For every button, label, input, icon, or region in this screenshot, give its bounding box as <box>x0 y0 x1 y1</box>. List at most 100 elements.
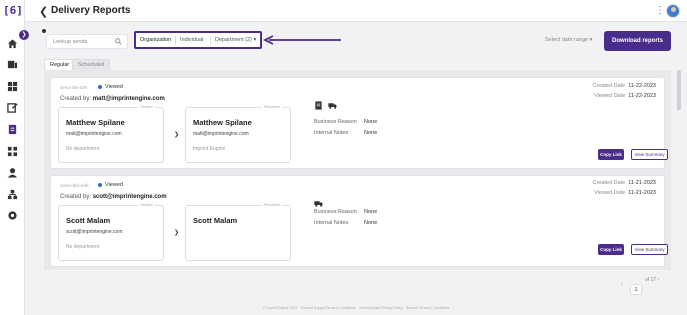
viewed-date-label: Viewed Date <box>594 190 626 196</box>
pagination-total[interactable]: of 17 › <box>645 277 659 283</box>
filter-individual[interactable]: Individual <box>180 37 203 43</box>
internal-notes-value: None <box>364 130 378 136</box>
pagination-prev-button[interactable]: ‹ <box>621 282 623 288</box>
kebab-icon[interactable]: ⋮ <box>655 5 665 16</box>
filter-department[interactable]: Department (2) ▾ <box>215 37 256 43</box>
sender-card: Sender Matthew Spilane matt@imprintengin… <box>58 104 164 163</box>
created-date-value: 11-21-2023 <box>628 180 656 186</box>
dashboard-icon[interactable] <box>7 81 18 92</box>
view-summary-button[interactable]: View Summary <box>631 244 668 255</box>
created-by-label: Created by: <box>60 194 92 200</box>
status-dot <box>98 182 102 187</box>
viewed-date-value: 11-21-2023 <box>628 190 656 196</box>
document-icon <box>315 101 322 110</box>
created-by-email: matt@imprintengine.com <box>92 96 165 102</box>
scope-filter-group: Organization Individual Department (2) ▾ <box>134 31 262 49</box>
sender-email: matt@imprintengine.com <box>66 131 122 137</box>
search-input[interactable] <box>47 35 107 48</box>
viewed-date-value: 11-22-2023 <box>628 93 656 99</box>
settings-icon[interactable] <box>7 210 18 221</box>
business-reason-value: None <box>364 119 378 125</box>
status-text: Viewed <box>105 182 123 188</box>
receiver-name: Scott Malam <box>193 216 238 225</box>
indicator-dot <box>42 29 46 33</box>
created-date-label: Created Date <box>592 180 626 186</box>
truck-icon <box>328 103 337 109</box>
receiver-label: Receiver <box>262 202 282 207</box>
user-icon[interactable] <box>7 167 18 178</box>
tab-regular[interactable]: Regular <box>44 59 76 70</box>
sender-label: Sender <box>138 202 155 207</box>
chevron-right-icon: ❯ <box>174 132 180 138</box>
created-by-email: scott@imprintengine.com <box>92 194 167 200</box>
receiver-dept: Imprint Engine <box>193 146 226 152</box>
pagination-current-page[interactable]: 1 <box>630 284 642 295</box>
top-header: ❮ Delivery Reports ⋮ <box>25 0 687 22</box>
sender-label: Sender <box>138 104 155 109</box>
send-type-icons <box>314 101 340 111</box>
footer-links[interactable]: © Imprint Engine 2023 · General Supply T… <box>25 306 687 310</box>
search-field[interactable] <box>46 34 128 49</box>
internal-notes-label: Internal Notes <box>314 220 349 226</box>
created-date-value: 11-22-2023 <box>628 83 656 89</box>
apps-icon[interactable] <box>7 146 18 157</box>
status-badge: Viewed <box>98 84 123 90</box>
page-title: Delivery Reports <box>51 5 131 16</box>
download-reports-button[interactable]: Download reports <box>604 31 671 51</box>
reports-panel: send-4hk-tdm Viewed Created by: matt@imp… <box>44 70 671 270</box>
filter-organization[interactable]: Organization <box>140 37 171 43</box>
copy-link-button[interactable]: Copy Link <box>598 244 624 255</box>
inventory-icon[interactable] <box>7 59 18 70</box>
date-range-select[interactable]: Select date range ▾ <box>545 37 592 43</box>
report-card: send-4hk-tdm Viewed Created by: matt@imp… <box>50 77 668 169</box>
sender-name: Scott Malam <box>66 216 111 225</box>
receiver-card: Receiver Matthew Spilane matt@imprinteng… <box>185 104 291 163</box>
home-icon[interactable] <box>7 38 18 49</box>
viewed-date-label: Viewed Date <box>594 93 626 99</box>
view-summary-button[interactable]: View Summary <box>631 149 668 160</box>
sender-card: Sender Scott Malam scott@imprintengine.c… <box>58 202 164 261</box>
sidebar-expand-button[interactable]: ❯ <box>19 30 29 40</box>
internal-notes-value: None <box>364 220 378 226</box>
edit-icon[interactable] <box>7 102 18 113</box>
receiver-label: Receiver <box>262 104 282 109</box>
tab-scheduled[interactable]: Scheduled <box>72 59 110 70</box>
created-date: Created Date 11-21-2023 <box>592 180 656 186</box>
sender-dept: No department <box>66 146 100 152</box>
receiver-email: matt@imprintengine.com <box>193 131 249 137</box>
send-type-icons <box>314 199 326 209</box>
internal-notes-label: Internal Notes <box>314 130 349 136</box>
divider <box>210 36 211 45</box>
viewed-date: Viewed Date 11-21-2023 <box>594 190 656 196</box>
sender-name: Matthew Spilane <box>66 118 125 127</box>
sidebar: [6] ❯ <box>0 0 29 315</box>
business-reason-value: None <box>364 209 378 215</box>
business-reason-label: Business Reason <box>314 209 357 215</box>
status-badge: Viewed <box>98 182 123 188</box>
send-id: send-dbd-wdb <box>60 183 89 188</box>
created-date-label: Created Date <box>592 83 626 89</box>
chevron-right-icon: ❯ <box>174 230 180 236</box>
app-logo: [6] <box>3 4 23 17</box>
annotation-arrow-icon <box>263 35 341 45</box>
send-id: send-4hk-tdm <box>60 85 88 90</box>
reports-icon[interactable] <box>7 124 18 135</box>
chevron-left-icon[interactable]: ❮ <box>39 5 48 18</box>
truck-icon <box>314 201 323 207</box>
search-icon[interactable] <box>115 38 122 45</box>
status-dot <box>98 84 102 89</box>
divider <box>175 36 176 45</box>
created-by: Created by: matt@imprintengine.com <box>60 96 165 102</box>
business-reason-label: Business Reason <box>314 119 357 125</box>
status-text: Viewed <box>105 84 123 90</box>
viewed-date: Viewed Date 11-22-2023 <box>594 93 656 99</box>
sender-email: scott@imprintengine.com <box>66 229 123 235</box>
receiver-card: Receiver Scott Malam <box>185 202 291 261</box>
created-date: Created Date 11-22-2023 <box>592 83 656 89</box>
scrollbar[interactable] <box>677 70 681 110</box>
report-card: send-dbd-wdb Viewed Created by: scott@im… <box>50 175 668 267</box>
copy-link-button[interactable]: Copy Link <box>598 149 624 160</box>
avatar[interactable] <box>666 4 680 18</box>
org-icon[interactable] <box>7 189 18 200</box>
sender-dept: No department <box>66 244 100 250</box>
